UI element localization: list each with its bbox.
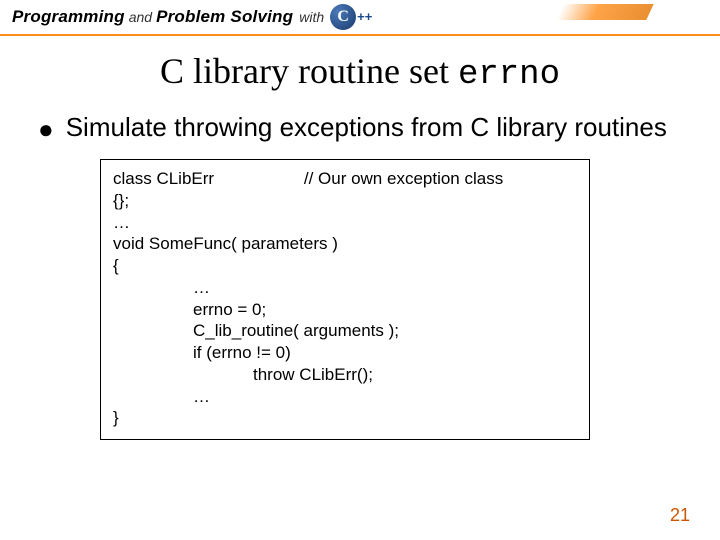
- bullet-item: ● Simulate throwing exceptions from C li…: [38, 112, 684, 145]
- code-line: if (errno != 0): [113, 342, 577, 364]
- code-line: class CLibErr // Our own exception class: [113, 168, 577, 190]
- code-line: }: [113, 407, 577, 429]
- page-number: 21: [670, 505, 690, 526]
- title-mono: errno: [458, 56, 560, 94]
- code-text: class CLibErr: [113, 169, 214, 188]
- bullet-dot-icon: ●: [38, 114, 54, 145]
- code-line: …: [113, 212, 577, 234]
- cpp-c-icon: [330, 4, 356, 30]
- code-line: {: [113, 255, 577, 277]
- bullet-text: Simulate throwing exceptions from C libr…: [66, 112, 684, 143]
- code-line: …: [113, 386, 577, 408]
- header-accent: [556, 4, 653, 20]
- code-line: C_lib_routine( arguments );: [113, 320, 577, 342]
- code-line: void SomeFunc( parameters ): [113, 233, 577, 255]
- book-header: Programming and Problem Solving with ++: [0, 0, 720, 36]
- header-with: with: [299, 9, 324, 25]
- code-line: errno = 0;: [113, 299, 577, 321]
- header-and: and: [129, 9, 152, 25]
- cpp-plus-icon: ++: [357, 13, 372, 21]
- code-line: …: [113, 277, 577, 299]
- page-title: C library routine set errno: [0, 50, 720, 94]
- header-word-programming: Programming: [12, 7, 125, 27]
- code-comment: // Our own exception class: [304, 169, 503, 188]
- code-box: class CLibErr // Our own exception class…: [100, 159, 590, 440]
- cpp-logo: ++: [330, 4, 372, 30]
- header-word-problem-solving: Problem Solving: [156, 7, 293, 27]
- code-line: throw CLibErr();: [113, 364, 577, 386]
- title-text: C library routine set: [160, 51, 458, 91]
- code-line: {};: [113, 190, 577, 212]
